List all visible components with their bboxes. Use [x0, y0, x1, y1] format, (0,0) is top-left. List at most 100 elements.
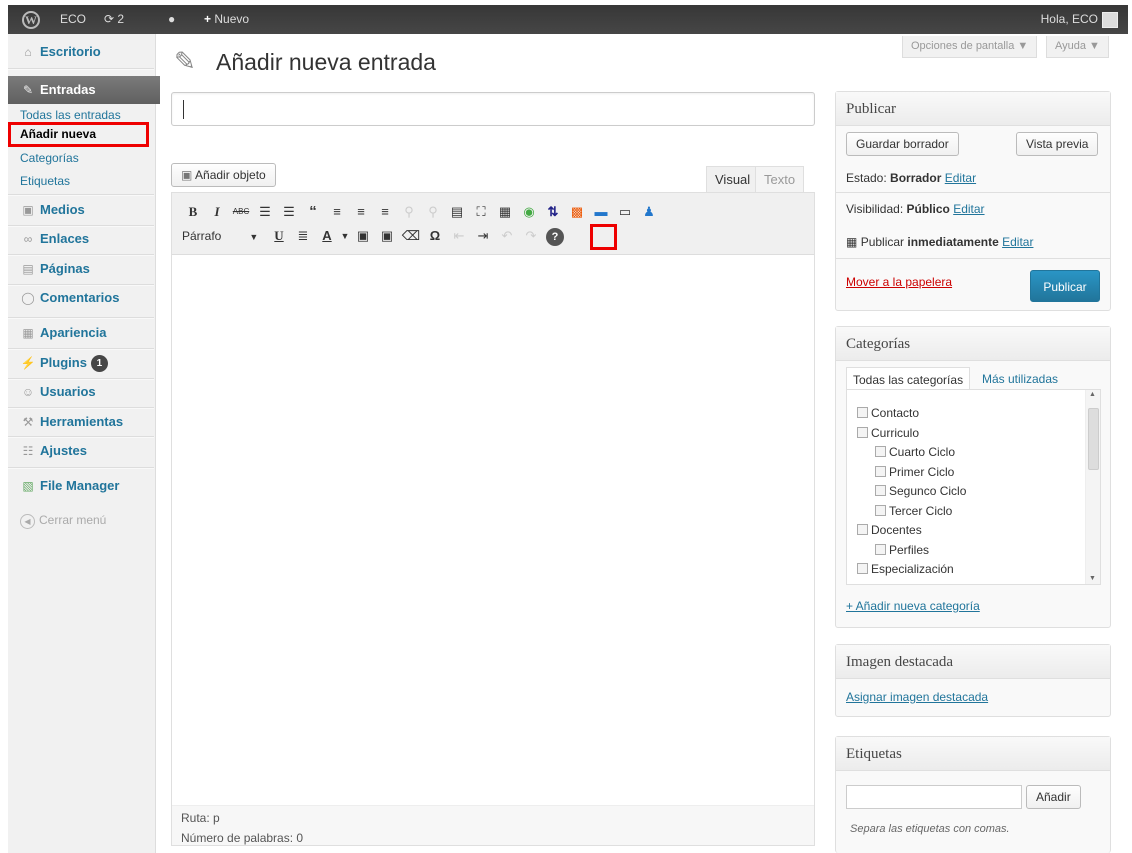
sidebar-item-apariencia[interactable]: ▦ Apariencia — [8, 319, 154, 347]
text-color-icon[interactable]: A — [316, 226, 338, 246]
edit-status-link[interactable]: Editar — [945, 171, 976, 185]
database-icon[interactable]: ◉ — [518, 202, 540, 222]
numbered-list-icon[interactable]: ☰ — [278, 202, 300, 222]
checkbox[interactable] — [875, 505, 886, 516]
move-to-trash-link[interactable]: Mover a la papelera — [846, 275, 952, 289]
category-item[interactable]: Cuarto Ciclo — [875, 445, 955, 459]
underline-icon[interactable]: U — [268, 226, 290, 246]
undo-icon[interactable]: ↶ — [496, 226, 518, 246]
tab-text[interactable]: Texto — [755, 166, 805, 192]
sidebar-item-file-manager[interactable]: ▧ File Manager — [8, 472, 154, 500]
link-icon[interactable]: ⚲ — [398, 202, 420, 222]
sidebar-item-herramientas[interactable]: ⚒ Herramientas — [8, 408, 154, 436]
justify-icon[interactable]: ≣ — [292, 226, 314, 246]
tab-all-categories[interactable]: Todas las categorías — [846, 367, 971, 391]
submenu-tags[interactable]: Etiquetas — [20, 174, 70, 188]
post-title-input[interactable] — [171, 92, 815, 126]
edit-visibility-link[interactable]: Editar — [953, 202, 984, 216]
checkbox[interactable] — [875, 485, 886, 496]
checkbox[interactable] — [857, 427, 868, 438]
horizontal-rule-icon[interactable]: ▭ — [614, 202, 636, 222]
category-item[interactable]: Especialización — [857, 562, 954, 576]
submenu-all-posts[interactable]: Todas las entradas — [20, 108, 121, 122]
add-media-button[interactable]: ▣ Añadir objeto — [171, 163, 276, 187]
add-new-category-link[interactable]: + Añadir nueva categoría — [846, 599, 980, 613]
sidebar-item-usuarios[interactable]: ☺ Usuarios — [8, 378, 154, 406]
outdent-icon[interactable]: ⇤ — [448, 226, 470, 246]
align-left-icon[interactable]: ≡ — [326, 202, 348, 222]
category-item[interactable]: Contacto — [857, 406, 919, 420]
edit-date-link[interactable]: Editar — [1002, 235, 1033, 249]
help-button[interactable]: Ayuda ▼ — [1046, 36, 1109, 58]
eraser-icon[interactable]: ⌫ — [400, 226, 422, 246]
sidebar-item-medios[interactable]: ▣ Medios — [8, 196, 154, 224]
set-featured-image-link[interactable]: Asignar imagen destacada — [846, 690, 988, 704]
tab-visual[interactable]: Visual — [706, 166, 760, 192]
stripes-icon[interactable]: ▬ — [590, 202, 612, 222]
scroll-thumb[interactable] — [1088, 408, 1099, 470]
sidebar-item-comentarios[interactable]: ◯ Comentarios — [8, 284, 154, 312]
sidebar-item-entradas[interactable]: ✎ Entradas — [8, 76, 160, 104]
special-chars-icon[interactable]: Ω — [424, 226, 446, 246]
tag-input[interactable] — [846, 785, 1022, 809]
pin-icon: ✎ — [22, 83, 34, 97]
fullscreen-icon[interactable]: ⛶ — [470, 202, 492, 222]
help-icon[interactable]: ? — [544, 226, 566, 246]
site-name-link[interactable]: ECO — [60, 5, 86, 34]
sidebar-item-ajustes[interactable]: ☷ Ajustes — [8, 437, 154, 465]
category-item[interactable]: Primer Ciclo — [875, 465, 954, 479]
scroll-down-icon[interactable]: ▼ — [1089, 575, 1096, 582]
scroll-up-icon[interactable]: ▲ — [1089, 391, 1096, 398]
checkbox[interactable] — [875, 446, 886, 457]
new-content-link[interactable]: + Nuevo — [204, 5, 249, 34]
preview-button[interactable]: Vista previa — [1016, 132, 1099, 156]
post-editor[interactable]: B I ABC ☰ ☰ “ ≡ ≡ ≡ ⚲ ⚲ ▤ ⛶ ▦ ◉ ⇅ ▩ ▬ ▭ … — [171, 192, 815, 846]
tab-most-used[interactable]: Más utilizadas — [976, 367, 1064, 391]
sidebar-item-paginas[interactable]: ▤ Páginas — [8, 255, 154, 283]
collapse-menu-button[interactable]: ◀ Cerrar menú — [20, 513, 106, 529]
sidebar-item-plugins[interactable]: ⚡ Plugins 1 — [8, 349, 154, 377]
kitchen-sink-icon[interactable]: ▦ — [494, 202, 516, 222]
sidebar-item-enlaces[interactable]: ∞ Enlaces — [8, 225, 154, 253]
indent-icon[interactable]: ⇥ — [472, 226, 494, 246]
account-menu[interactable]: Hola, ECO — [1041, 5, 1118, 34]
comments-bubble-icon[interactable]: ● — [168, 5, 175, 34]
person-icon[interactable]: ♟ — [638, 202, 660, 222]
updates-link[interactable]: ⟳ 2 — [104, 5, 124, 34]
paste-text-icon[interactable]: ▣ — [352, 226, 374, 246]
submenu-categories[interactable]: Categorías — [20, 151, 79, 165]
redo-icon[interactable]: ↷ — [520, 226, 542, 246]
checkbox[interactable] — [857, 407, 868, 418]
category-scrollbar[interactable]: ▲ ▼ — [1085, 390, 1100, 584]
checkbox[interactable] — [857, 524, 868, 535]
category-item[interactable]: Curriculo — [857, 426, 919, 440]
sidebar-item-escritorio[interactable]: ⌂ Escritorio — [8, 38, 154, 66]
checkbox[interactable] — [875, 466, 886, 477]
sort-icon[interactable]: ⇅ — [542, 202, 564, 222]
publish-button[interactable]: Publicar — [1030, 270, 1100, 302]
category-item[interactable]: Segunco Ciclo — [875, 484, 966, 498]
align-right-icon[interactable]: ≡ — [374, 202, 396, 222]
color-grid-icon[interactable]: ▩ — [566, 202, 588, 222]
category-item[interactable]: Tercer Ciclo — [875, 504, 952, 518]
italic-icon[interactable]: I — [206, 202, 228, 222]
more-tag-icon[interactable]: ▤ — [446, 202, 468, 222]
unlink-icon[interactable]: ⚲ — [422, 202, 444, 222]
blockquote-icon[interactable]: “ — [302, 202, 324, 222]
save-draft-button[interactable]: Guardar borrador — [846, 132, 959, 156]
screen-options-button[interactable]: Opciones de pantalla ▼ — [902, 36, 1038, 58]
format-select[interactable]: Párrafo ▼ — [182, 226, 262, 246]
add-tag-button[interactable]: Añadir — [1026, 785, 1081, 809]
checkbox[interactable] — [875, 544, 886, 555]
bold-icon[interactable]: B — [182, 202, 204, 222]
wordpress-logo-icon[interactable]: W — [22, 5, 40, 34]
category-item[interactable]: Docentes — [857, 523, 922, 537]
publish-heading: Publicar — [836, 92, 1110, 126]
bullet-list-icon[interactable]: ☰ — [254, 202, 276, 222]
text-color-arrow-icon[interactable]: ▼ — [340, 226, 350, 246]
strikethrough-icon[interactable]: ABC — [230, 202, 252, 222]
align-center-icon[interactable]: ≡ — [350, 202, 372, 222]
category-item[interactable]: Perfiles — [875, 543, 929, 557]
paste-word-icon[interactable]: ▣ — [376, 226, 398, 246]
checkbox[interactable] — [857, 563, 868, 574]
